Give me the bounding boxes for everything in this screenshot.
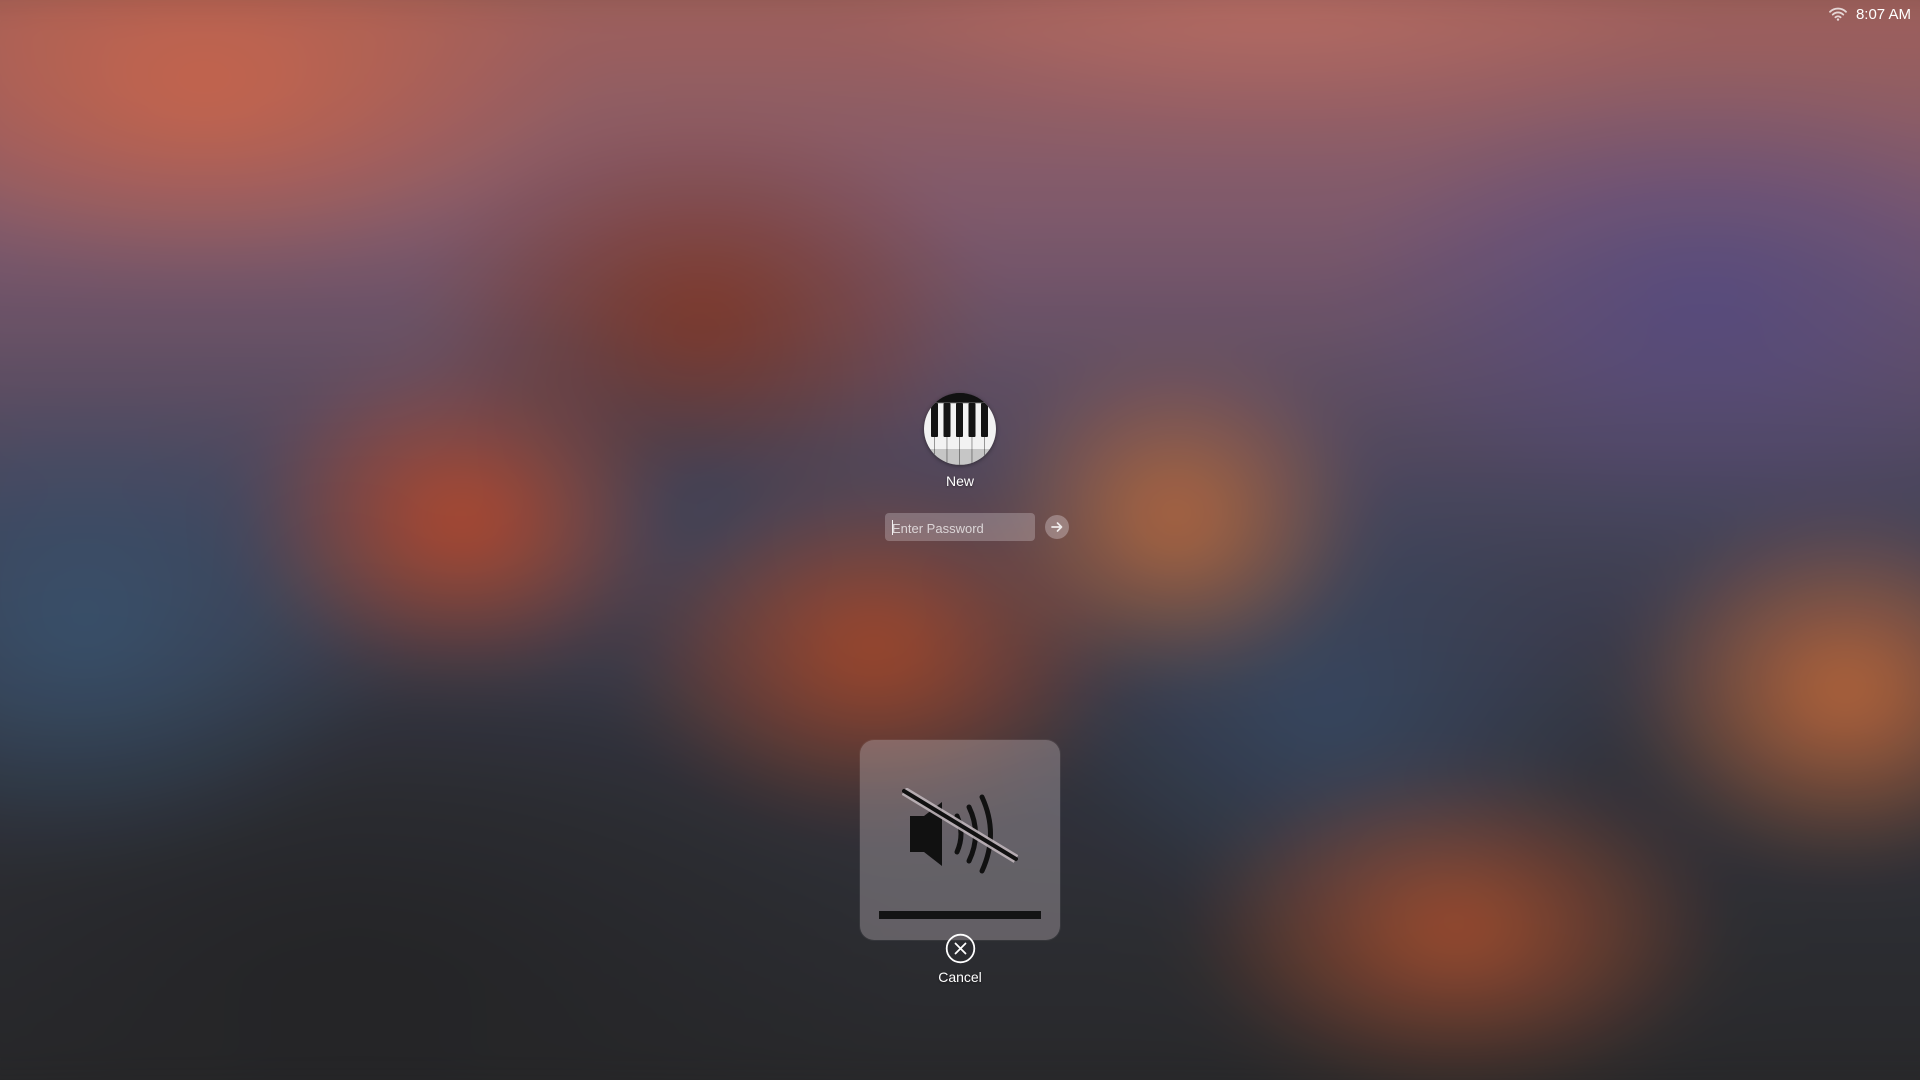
menubar-clock[interactable]: 8:07 AM xyxy=(1856,6,1911,23)
volume-segment xyxy=(930,911,940,919)
text-caret xyxy=(892,520,893,535)
username-label: New xyxy=(945,473,974,489)
volume-segment xyxy=(940,911,950,919)
volume-segment xyxy=(879,911,889,919)
login-panel: New xyxy=(0,393,1920,541)
volume-segment xyxy=(950,911,960,919)
password-field[interactable] xyxy=(885,513,1035,541)
volume-segment xyxy=(1011,911,1021,919)
volume-segment xyxy=(990,911,1000,919)
user-avatar[interactable] xyxy=(924,393,996,465)
close-circle-icon xyxy=(945,933,976,964)
submit-password-button[interactable] xyxy=(1045,515,1069,539)
volume-segment xyxy=(980,911,990,919)
volume-segment xyxy=(1001,911,1011,919)
volume-level-bar xyxy=(879,911,1041,919)
volume-segment xyxy=(899,911,909,919)
volume-segment xyxy=(1031,911,1041,919)
volume-segment xyxy=(970,911,980,919)
volume-segment xyxy=(1021,911,1031,919)
volume-segment xyxy=(889,911,899,919)
cancel-button[interactable]: Cancel xyxy=(910,933,1010,985)
volume-hud xyxy=(860,740,1060,940)
piano-keys-avatar-icon xyxy=(924,393,996,465)
menubar-status-area: 8:07 AM xyxy=(1829,4,1911,24)
cancel-label: Cancel xyxy=(938,969,982,985)
volume-segment xyxy=(920,911,930,919)
speaker-muted-icon xyxy=(902,788,1018,874)
arrow-right-icon xyxy=(1051,522,1063,532)
password-row xyxy=(885,513,1069,541)
wifi-icon[interactable] xyxy=(1829,7,1847,21)
volume-segment xyxy=(960,911,970,919)
volume-segment xyxy=(909,911,919,919)
lock-screen: 8:07 AM New Cancel xyxy=(0,0,1920,1080)
